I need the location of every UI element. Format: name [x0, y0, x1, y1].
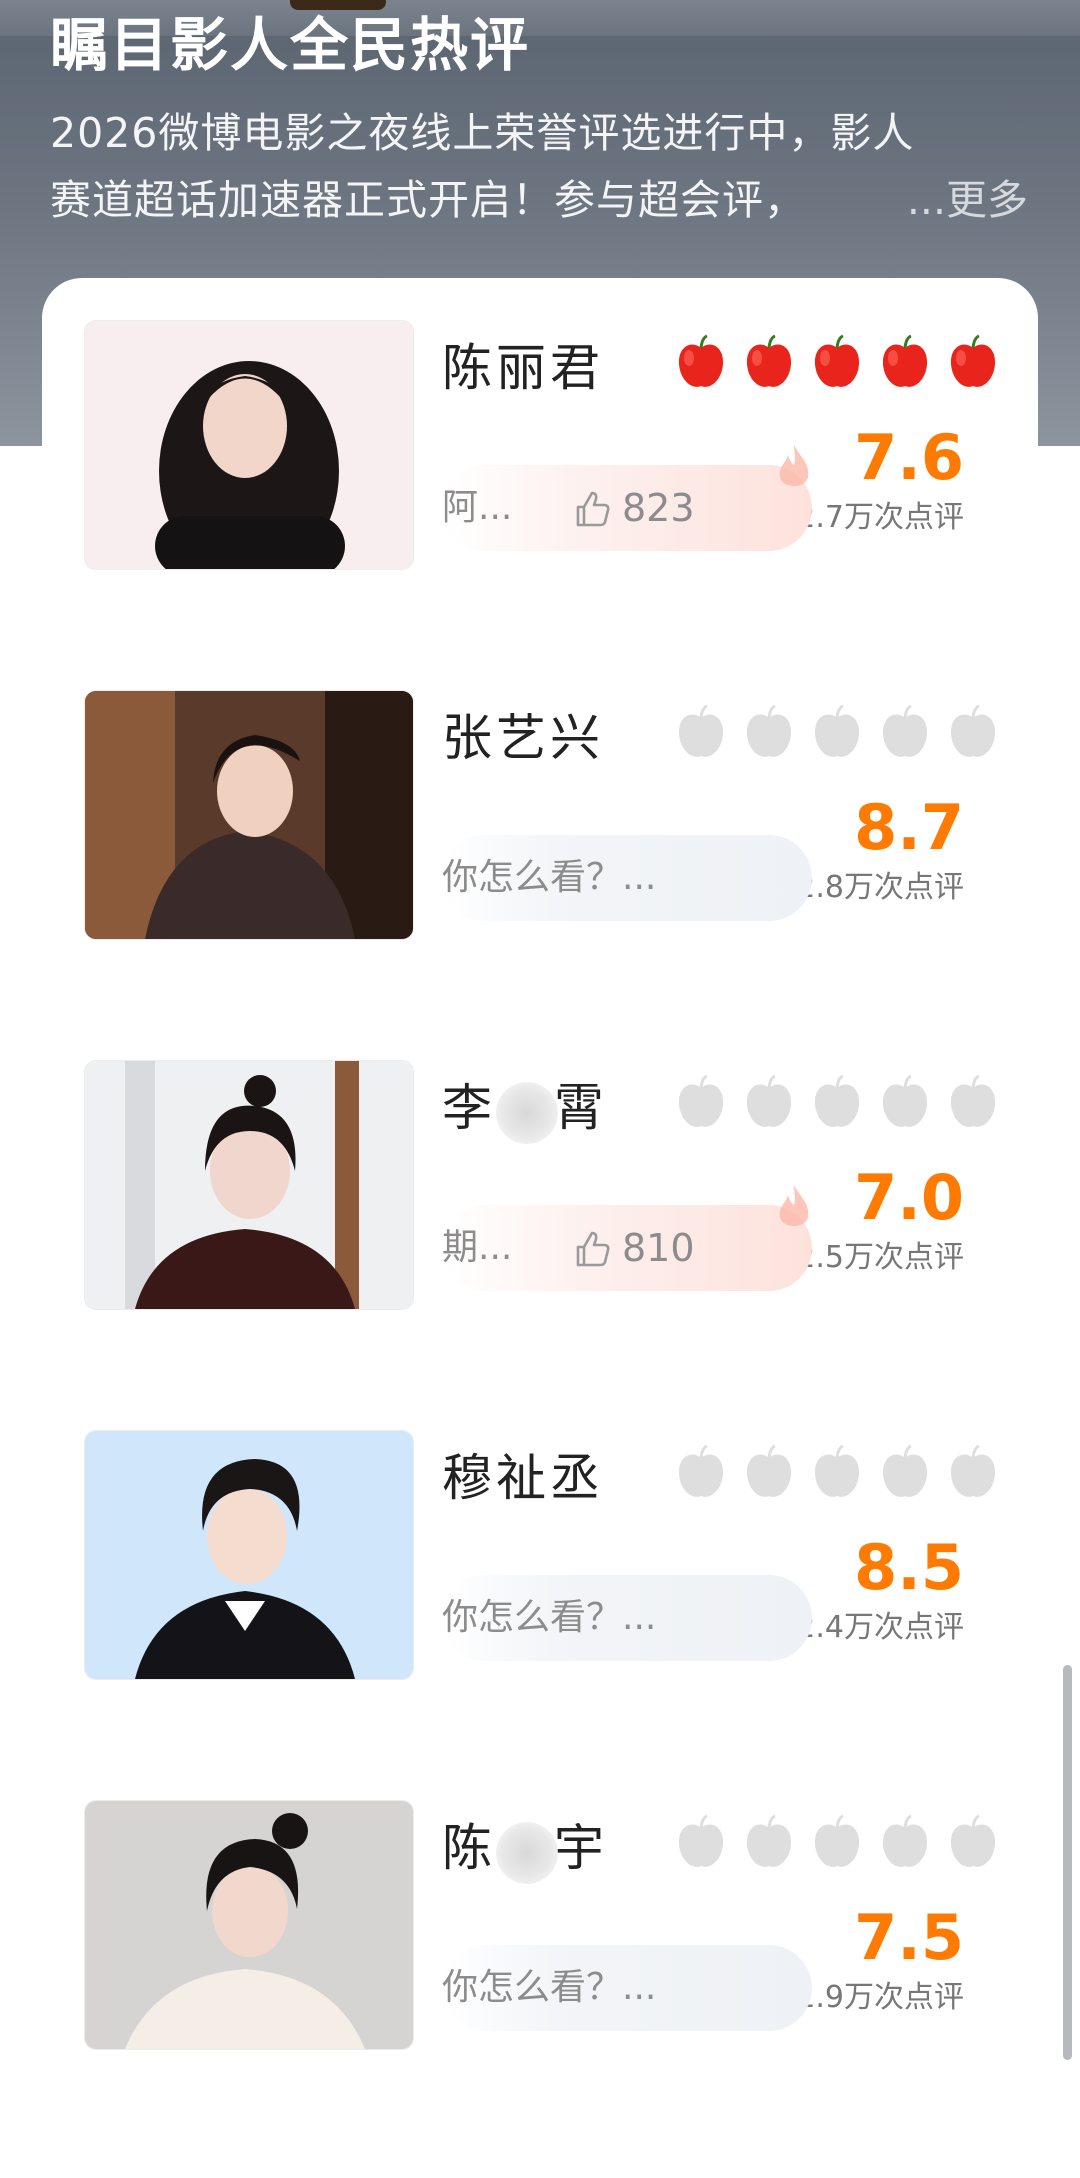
apple-icon[interactable] [742, 1814, 796, 1872]
actor-score: 7.5 [854, 1901, 964, 1974]
actor-name[interactable]: 陈丽君 [442, 336, 604, 400]
comment-prompt: 你怎么看？... [442, 1967, 657, 2008]
apple-icon[interactable] [878, 1814, 932, 1872]
apple-icon[interactable] [742, 704, 796, 762]
actor-name[interactable]: 张艺兴 [442, 706, 604, 770]
apple-icon[interactable] [946, 1074, 1000, 1132]
apple-icon[interactable] [878, 1074, 932, 1132]
actor-photo[interactable] [84, 690, 414, 940]
review-count: 2.4万次点评 [796, 1610, 964, 1645]
hot-comment-pill[interactable]: 阿... 823 [442, 445, 812, 551]
like-count: 823 [622, 486, 695, 530]
actor-row[interactable]: 李霄 7.0 2.5万次点评 期... 810 [84, 1060, 1004, 1310]
comment-prompt-pill[interactable]: 你怎么看？... [442, 1575, 812, 1661]
header-description: 2026微博电影之夜线上荣誉评选进行中，影人 赛道超话加速器正式开启！参与超会评… [50, 100, 1030, 234]
actor-row[interactable]: 穆祉丞 8.5 2.4万次点评 你怎么看？... [84, 1430, 1004, 1680]
apple-icon[interactable] [674, 704, 728, 762]
review-count: 2.8万次点评 [796, 870, 964, 905]
apple-icon[interactable] [878, 334, 932, 392]
apple-icon[interactable] [946, 1444, 1000, 1502]
actor-name[interactable]: 穆祉丞 [442, 1446, 604, 1510]
apple-icon[interactable] [674, 1074, 728, 1132]
comment-preview: 阿... [442, 487, 513, 528]
apple-icon[interactable] [674, 334, 728, 392]
apple-icon[interactable] [742, 334, 796, 392]
review-count: 2.5万次点评 [796, 1240, 964, 1275]
hot-comment-pill[interactable]: 期... 810 [442, 1185, 812, 1291]
actor-row[interactable]: 陈宇 7.5 1.9万次点评 你怎么看？... [84, 1800, 1004, 2050]
name-blur-mask [496, 1822, 558, 1884]
apple-icon[interactable] [742, 1074, 796, 1132]
thumb-up-icon [576, 1231, 610, 1267]
comment-prompt: 你怎么看？... [442, 1597, 657, 1638]
page-title: 瞩目影人全民热评 [50, 11, 531, 79]
name-blur-mask [496, 1082, 558, 1144]
like-count: 810 [622, 1226, 695, 1270]
apple-icon[interactable] [674, 1814, 728, 1872]
apple-icon[interactable] [810, 1444, 864, 1502]
comment-preview: 期... [442, 1227, 513, 1268]
apple-icon[interactable] [946, 1814, 1000, 1872]
actor-score: 7.6 [854, 421, 964, 494]
actor-photo[interactable] [84, 1800, 414, 2050]
actor-photo[interactable] [84, 320, 414, 570]
actor-score: 8.7 [854, 791, 964, 864]
review-count: 1.9万次点评 [796, 1980, 964, 2015]
apple-icon[interactable] [878, 704, 932, 762]
actor-score: 8.5 [854, 1531, 964, 1604]
flame-icon [779, 445, 809, 486]
comment-prompt-pill[interactable]: 你怎么看？... [442, 835, 812, 921]
actor-photo[interactable] [84, 1430, 414, 1680]
apple-icon[interactable] [946, 334, 1000, 392]
actor-score: 7.0 [854, 1161, 964, 1234]
actor-name-start: 李 [442, 1079, 496, 1137]
apple-icon[interactable] [810, 1814, 864, 1872]
actor-row[interactable]: 张艺兴 8.7 2.8万次点评 你怎么看？... [84, 690, 1004, 940]
apple-icon[interactable] [742, 1444, 796, 1502]
actor-name-end: 霄 [554, 1079, 608, 1137]
apple-icon[interactable] [946, 704, 1000, 762]
comment-prompt: 你怎么看？... [442, 857, 657, 898]
actor-name-end: 宇 [554, 1819, 608, 1877]
scrollbar[interactable] [1063, 1665, 1072, 2060]
thumb-up-icon [576, 491, 610, 527]
apple-icon[interactable] [810, 1074, 864, 1132]
description-line-2: 赛道超话加速器正式开启！参与超会评， [50, 176, 806, 224]
actor-row[interactable]: 陈丽君 7.6 12.7万次点评 阿... 823 [84, 320, 1004, 570]
actor-photo[interactable] [84, 1060, 414, 1310]
apple-icon[interactable] [810, 334, 864, 392]
description-line-1: 2026微博电影之夜线上荣誉评选进行中，影人 [50, 109, 915, 157]
apple-icon[interactable] [810, 704, 864, 762]
apple-icon[interactable] [674, 1444, 728, 1502]
apple-icon[interactable] [878, 1444, 932, 1502]
flame-icon [779, 1185, 809, 1226]
more-link[interactable]: ...更多 [907, 167, 1028, 234]
actor-name-start: 陈 [442, 1819, 496, 1877]
comment-prompt-pill[interactable]: 你怎么看？... [442, 1945, 812, 2031]
